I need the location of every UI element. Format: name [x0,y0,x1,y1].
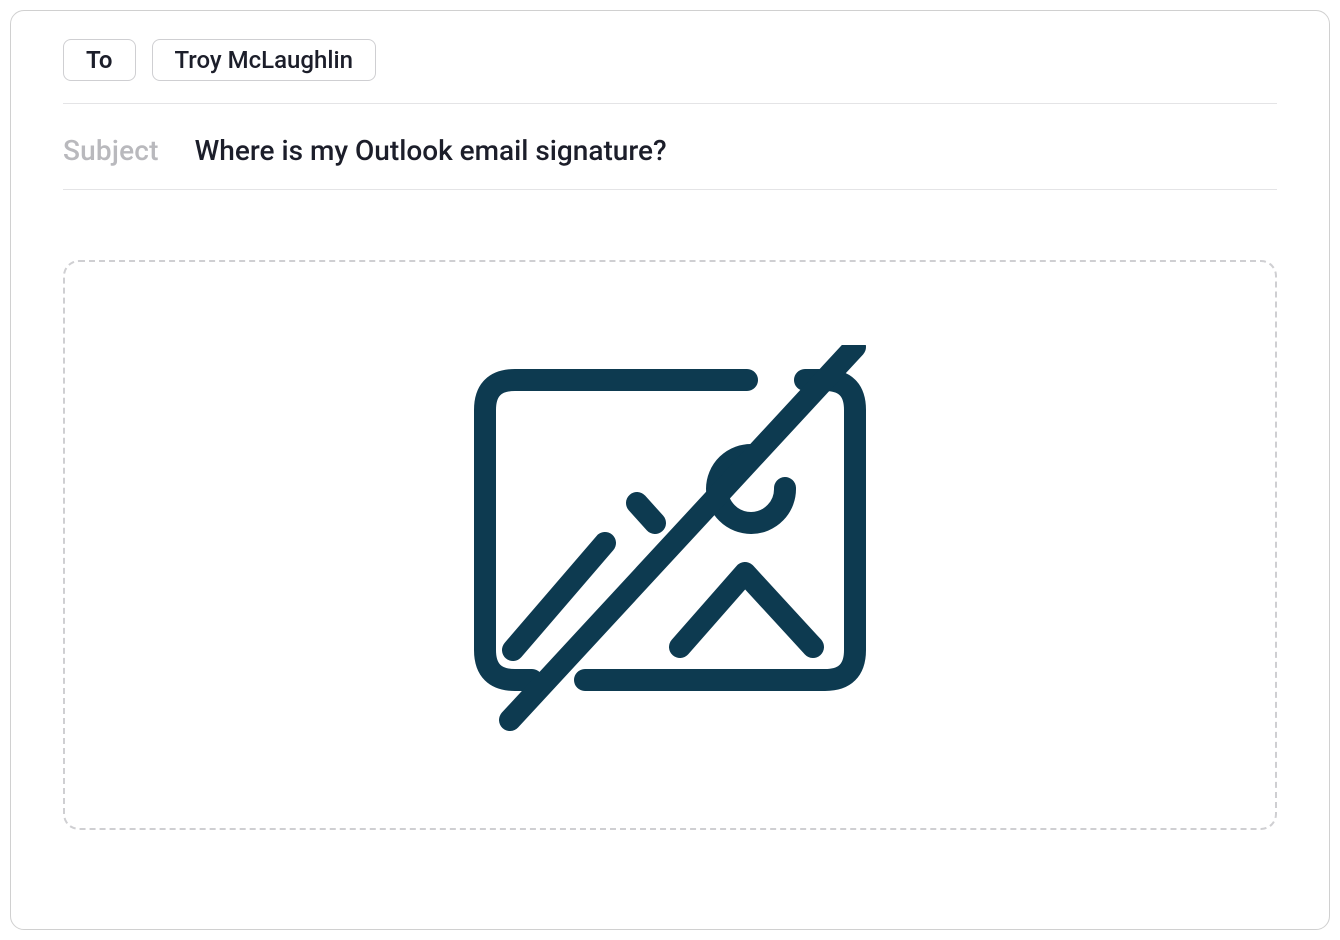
to-row: To Troy McLaughlin [63,29,1277,104]
broken-image-icon [455,345,885,745]
recipient-chip[interactable]: Troy McLaughlin [152,39,376,81]
subject-row: Subject [63,104,1277,190]
compose-window: To Troy McLaughlin Subject [10,10,1330,930]
subject-input[interactable] [195,134,1277,167]
email-body-area[interactable] [63,260,1277,830]
to-button[interactable]: To [63,39,136,81]
subject-label: Subject [63,134,159,167]
